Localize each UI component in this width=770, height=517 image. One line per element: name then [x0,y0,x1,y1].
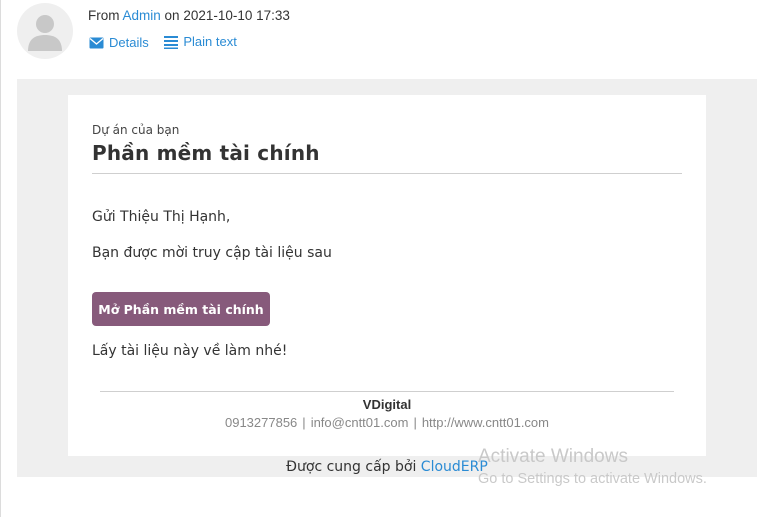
company-phone: 0913277856 [224,415,298,430]
company-email-link[interactable]: info@cntt01.com [311,415,409,430]
from-label: From [88,8,120,23]
contact-separator: | [413,415,417,430]
company-name: VDigital [362,397,412,412]
project-title: Phần mềm tài chính [92,141,320,165]
activation-watermark-title: Activate Windows [478,446,628,467]
title-divider [92,173,682,174]
powered-by-label: Được cung cấp bởi [286,459,417,475]
company-website-link[interactable]: http://www.cntt01.com [422,415,549,430]
plain-text-link[interactable]: Plain text [164,34,237,49]
open-project-button[interactable]: Mở Phần mềm tài chính [92,292,270,326]
footer-divider [100,391,674,392]
on-label: on [164,8,180,23]
avatar [17,3,73,59]
project-label: Dự án của bạn [92,123,180,137]
closing-text: Lấy tài liệu này về làm nhé! [92,343,288,359]
user-avatar-icon [28,15,62,51]
contact-separator: | [302,415,306,430]
company-contacts: 0913277856 | info@cntt01.com | http://www.cn… [68,415,706,430]
author-link[interactable]: Admin [123,8,161,23]
message-timestamp: 2021-10-10 17:33 [183,8,290,23]
invite-text: Bạn được mời truy cập tài liệu sau [92,245,332,261]
lines-icon [164,35,179,49]
activation-watermark-subtitle: Go to Settings to activate Windows. [478,471,707,487]
greeting-text: Gửi Thiệu Thị Hạnh, [92,209,231,225]
email-body-frame: Dự án của bạn Phần mềm tài chính Gửi Thi… [17,79,757,477]
message-meta: From Admin on 2021-10-10 17:33 [88,8,290,23]
details-label: Details [109,35,149,50]
envelope-icon [89,37,104,48]
email-card: Dự án của bạn Phần mềm tài chính Gửi Thi… [68,95,706,456]
message-view-links: Details Plain text [89,34,249,52]
details-link[interactable]: Details [89,35,149,50]
plain-text-label: Plain text [183,34,237,49]
left-border [0,0,1,517]
